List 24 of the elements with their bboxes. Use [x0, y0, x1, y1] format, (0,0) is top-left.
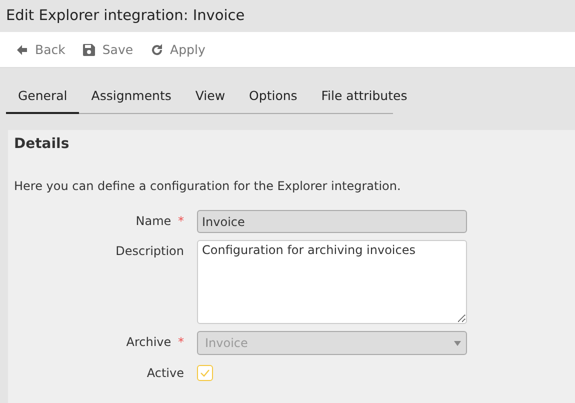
panel-title: Details [14, 136, 70, 152]
toolbar-button[interactable]: Apply [151, 42, 206, 57]
field-label: Name [136, 214, 172, 228]
dropdown-arrow-icon [454, 340, 461, 346]
toolbar-button[interactable]: Back [16, 42, 66, 57]
field-label: Description [116, 244, 184, 258]
tab[interactable]: Options [237, 78, 310, 114]
tab[interactable]: File attributes [309, 78, 420, 114]
field-label: Archive [126, 335, 172, 349]
required-marker: * [178, 214, 184, 228]
tab[interactable]: General [6, 78, 80, 114]
intro-text: Here you can define a configuration for the Explorer integration. [14, 179, 402, 193]
required-marker: * [178, 335, 184, 349]
save-icon [83, 44, 96, 56]
active-checkbox[interactable] [197, 365, 213, 381]
window-title: Edit Explorer integration: Invoice [6, 8, 245, 24]
toolbar-button[interactable]: Save [83, 42, 134, 57]
check-icon [200, 369, 210, 377]
tab[interactable]: View [183, 78, 238, 114]
tab[interactable]: Assignments [79, 78, 184, 114]
description-field[interactable]: Configuration for archiving invoices [197, 240, 467, 324]
refresh-icon [151, 44, 164, 56]
back-arrow-icon [16, 44, 28, 56]
field-label: Active [146, 366, 184, 380]
